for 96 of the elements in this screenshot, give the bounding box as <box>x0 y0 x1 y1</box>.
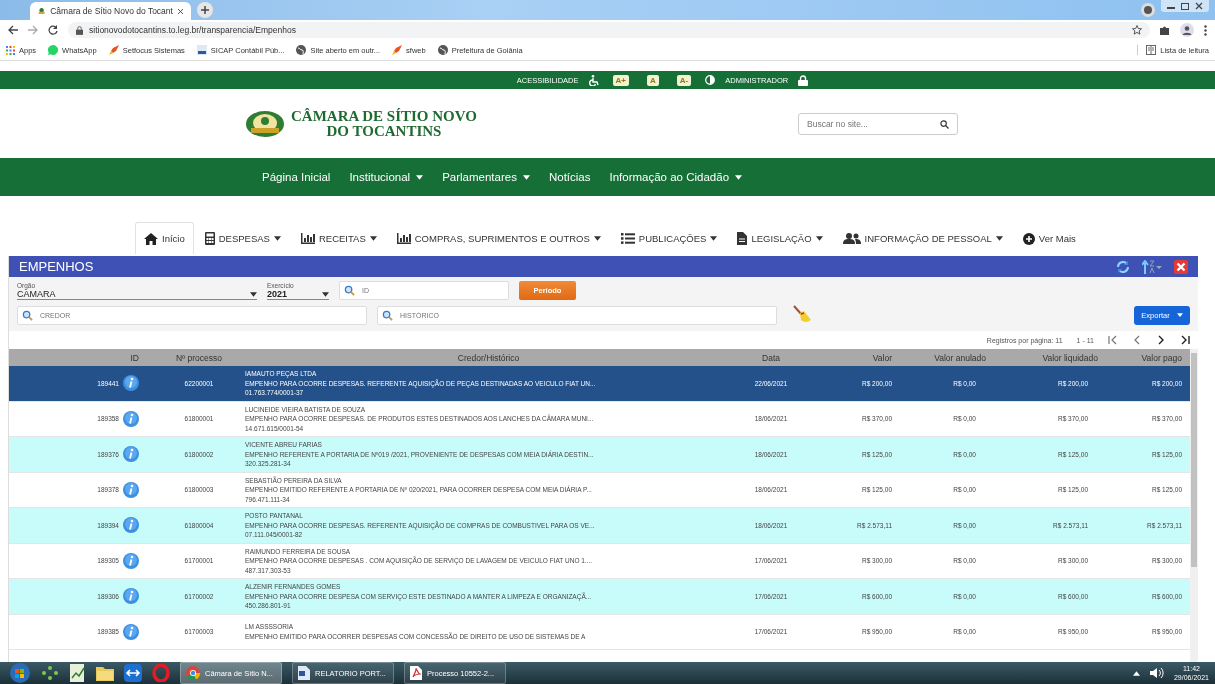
column-header[interactable]: Valor anulado <box>900 352 1000 363</box>
document-icon <box>196 45 207 55</box>
lock-icon <box>76 25 83 35</box>
caret-icon <box>1176 313 1183 317</box>
caret-icon <box>322 291 329 297</box>
menu-icon[interactable] <box>1204 24 1207 36</box>
emblem-icon <box>245 108 285 139</box>
info-icon[interactable] <box>123 410 139 427</box>
nav-link[interactable]: Parlamentares <box>442 171 530 183</box>
users-icon <box>842 233 861 244</box>
close-icon[interactable] <box>177 7 183 15</box>
sort-icon[interactable] <box>1142 259 1162 274</box>
bar-chart-icon <box>300 233 315 244</box>
column-header[interactable]: Valor <box>804 352 900 363</box>
column-header[interactable]: Credor/Histórico <box>239 352 738 363</box>
refresh-icon[interactable] <box>1116 260 1130 273</box>
menu-tab[interactable]: COMPRAS, SUPRIMENTOS E OUTROS <box>387 222 610 254</box>
globe-icon <box>437 45 448 55</box>
ring-icon[interactable] <box>152 664 170 682</box>
window-controls[interactable] <box>1161 0 1209 12</box>
info-icon[interactable] <box>123 446 139 463</box>
info-icon[interactable] <box>123 375 139 392</box>
rocket-icon <box>392 45 403 55</box>
info-icon[interactable] <box>123 623 139 640</box>
column-header[interactable]: Data <box>738 352 804 363</box>
home-icon <box>144 232 158 245</box>
next-page-icon[interactable] <box>1156 335 1166 345</box>
menu-tab[interactable]: RECEITAS <box>291 222 386 254</box>
nav-link[interactable]: Página Inicial <box>262 171 331 183</box>
new-tab-icon[interactable] <box>197 2 213 18</box>
profile-dropdown-icon[interactable] <box>1141 3 1155 17</box>
site-logo-icon <box>38 6 46 16</box>
lock-icon <box>798 74 809 86</box>
menu-tab[interactable]: LEGISLAÇÃO <box>728 222 832 254</box>
caret-icon <box>250 291 257 297</box>
pdf-icon <box>410 666 422 680</box>
search-field[interactable]: Buscar no site... <box>798 112 958 135</box>
address-bar[interactable]: sitionovodotocantins.to.leg.br/transparencia/Empenhos <box>68 22 1150 38</box>
info-icon[interactable] <box>123 517 139 534</box>
reload-icon[interactable] <box>48 25 58 35</box>
broom-icon[interactable] <box>792 305 812 325</box>
column-header[interactable]: Valor liquidado <box>1000 352 1112 363</box>
menu-tab[interactable]: Ver Mais <box>1013 222 1085 254</box>
speaker-icon[interactable] <box>1149 667 1164 679</box>
remote-arrows-icon[interactable] <box>124 664 142 682</box>
avatar-icon[interactable] <box>1180 23 1194 37</box>
font-size-button[interactable]: A <box>647 74 659 86</box>
info-icon[interactable] <box>123 552 139 569</box>
maximize-icon[interactable] <box>1180 2 1190 10</box>
browser-tab[interactable]: Câmara de Sítio Novo do Tocant <box>30 2 191 20</box>
list-icon <box>620 233 635 244</box>
column-header[interactable]: Nº processo <box>159 352 239 363</box>
tray-arrow-icon[interactable] <box>1132 670 1140 676</box>
nav-link[interactable]: Informação ao Cidadão <box>609 171 743 183</box>
chrome-icon <box>186 666 200 680</box>
folder-icon[interactable] <box>96 665 114 681</box>
file-icon <box>737 232 748 245</box>
chart-app-icon[interactable] <box>70 664 86 682</box>
nav-link[interactable]: Notícias <box>548 171 591 183</box>
logo-text: DO TOCANTINS <box>326 123 442 139</box>
tab-title: Câmara de Sítio Novo do Tocant <box>50 6 173 16</box>
document-icon <box>298 666 310 680</box>
menu-tab[interactable]: DESPESAS <box>195 222 290 254</box>
wheelchair-icon <box>588 74 599 86</box>
previous-page-icon[interactable] <box>1132 335 1142 345</box>
rocket-icon <box>108 45 119 55</box>
reading-list-icon <box>1146 45 1157 55</box>
apps-grid-icon <box>6 45 15 55</box>
menu-tab[interactable]: PUBLICAÇÕES <box>611 222 727 254</box>
logo-text: CÂMARA DE SÍTIO NOVO <box>291 108 477 124</box>
column-header[interactable]: ID <box>9 352 159 363</box>
menu-tab[interactable]: INFORMAÇÃO DE PESSOAL <box>833 222 1012 254</box>
dots-app-icon[interactable] <box>40 665 60 681</box>
column-header[interactable]: Valor pago <box>1112 352 1190 363</box>
close-icon[interactable] <box>1174 259 1188 274</box>
scrollbar[interactable] <box>1190 349 1198 662</box>
globe-icon <box>296 45 307 55</box>
chat-bubble-icon <box>48 45 59 55</box>
search-icon <box>940 119 949 129</box>
info-icon[interactable] <box>123 481 139 498</box>
first-page-icon[interactable] <box>1108 335 1118 345</box>
plus-circle-icon <box>1022 232 1035 245</box>
calculator-icon <box>204 232 215 245</box>
last-page-icon[interactable] <box>1180 335 1190 345</box>
panel-title: EMPENHOS <box>19 259 94 274</box>
info-icon[interactable] <box>123 588 139 605</box>
star-icon[interactable] <box>1132 25 1142 35</box>
bar-chart-icon <box>396 233 411 244</box>
back-arrow-icon[interactable] <box>8 25 18 35</box>
menu-tab[interactable]: Início <box>135 222 194 254</box>
font-size-button[interactable]: A+ <box>612 74 629 86</box>
close-icon[interactable] <box>1194 2 1204 10</box>
contrast-icon[interactable] <box>705 75 716 85</box>
nav-link[interactable]: Institucional <box>349 171 424 183</box>
start-orb-icon[interactable] <box>10 663 30 683</box>
font-size-button[interactable]: A- <box>676 74 692 86</box>
